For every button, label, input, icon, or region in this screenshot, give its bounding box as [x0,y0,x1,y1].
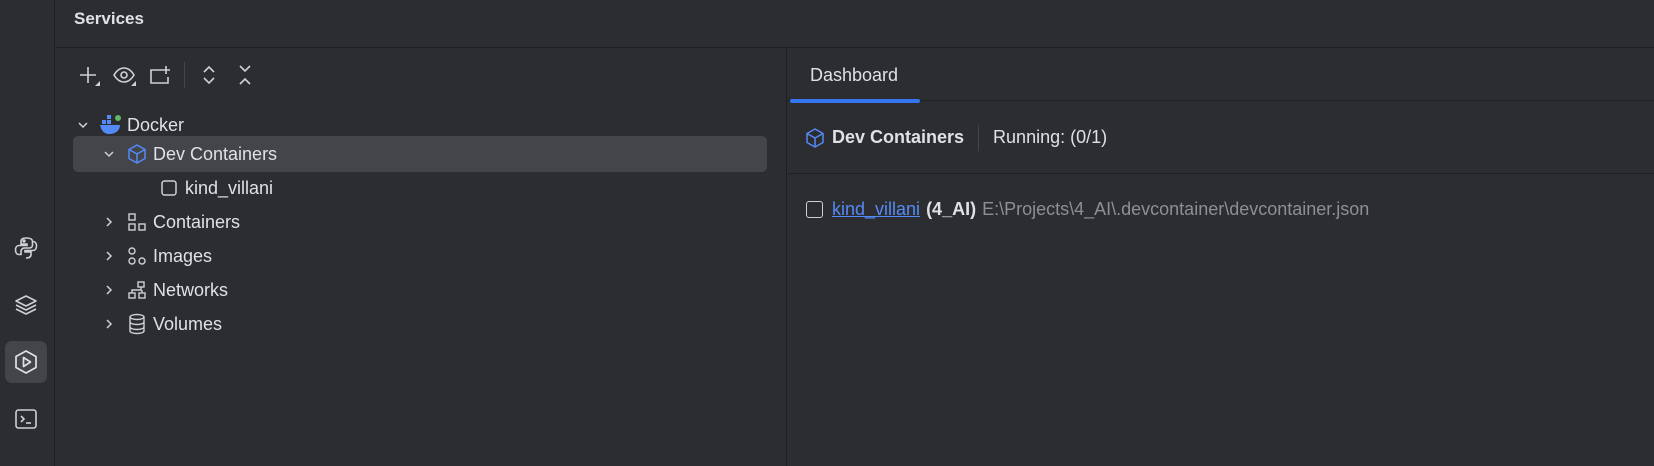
collapse-all-icon [239,65,251,85]
container-checkbox-icon [157,176,181,200]
services-header: Services [56,0,1654,48]
chevron-right-icon[interactable] [99,246,119,266]
python-console-button[interactable] [5,227,47,269]
group-name: Dev Containers [832,127,965,147]
layers-icon [15,295,37,315]
project-name: (4_AI) [926,199,977,219]
tree-item-volumes[interactable]: Volumes [73,306,767,342]
container-checkbox-icon[interactable] [806,201,823,218]
networks-icon [125,278,149,302]
services-toolbar [70,61,263,89]
chevron-right-icon[interactable] [99,212,119,232]
tab-label: Dashboard [809,64,899,85]
tree-item-networks[interactable]: Networks [73,272,767,308]
tab-bar: Dashboard [788,49,1654,103]
add-service-button[interactable] [70,61,106,89]
dropdown-corner-icon [95,81,100,86]
tree-item-label: Docker [127,114,185,135]
tree-item-label: Networks [153,279,229,300]
cube-icon [125,142,149,166]
tab-dashboard[interactable]: Dashboard [788,49,920,103]
chevron-down-icon[interactable] [99,144,119,164]
tree-item-images[interactable]: Images [73,238,767,274]
expand-all-button[interactable] [191,61,227,89]
tree-item-label: Dev Containers [153,143,278,164]
chevron-right-icon[interactable] [99,280,119,300]
layers-button[interactable] [5,284,47,326]
running-status: Running: (0/1) [993,127,1108,147]
containers-icon [125,210,149,234]
tree-item-kind-villani[interactable]: kind_villani [73,170,767,206]
services-tree-panel: Docker Dev Containers kind_villani Conta… [56,49,787,466]
dashboard-header: Dev Containers Running: (0/1) [788,102,1654,174]
dashboard-item-row: kind_villani (4_AI) E:\Projects\4_AI\.de… [806,199,1369,220]
tree-item-label: Containers [153,211,241,232]
view-options-button[interactable] [106,61,142,89]
terminal-button[interactable] [5,398,47,440]
services-icon [15,350,37,374]
chevron-down-icon[interactable] [73,115,93,135]
images-icon [125,244,149,268]
container-link[interactable]: kind_villani [832,199,920,220]
services-button[interactable] [5,341,47,383]
python-icon [14,237,38,259]
collapse-all-button[interactable] [227,61,263,89]
tree-item-label: Images [153,245,213,266]
tree-item-dev-containers[interactable]: Dev Containers [73,136,767,172]
header-separator [978,124,980,151]
cube-icon [804,127,826,149]
panel-title: Services [74,9,144,28]
tree-item-label: Volumes [153,313,223,334]
chevron-right-icon[interactable] [99,314,119,334]
docker-icon [99,113,123,137]
terminal-icon [15,409,37,429]
dashboard-panel: Dashboard Dev Containers Running: (0/1) … [788,49,1654,466]
tool-window-strip [0,0,55,466]
dropdown-corner-icon [131,81,136,86]
tree-item-containers[interactable]: Containers [73,204,767,240]
expand-all-icon [203,65,215,85]
tree-item-label: kind_villani [185,177,274,198]
volumes-icon [125,312,149,336]
config-path: E:\Projects\4_AI\.devcontainer\devcontai… [982,199,1370,219]
open-in-new-tab-button[interactable] [142,61,178,89]
toolbar-separator [184,62,185,88]
new-tab-icon [150,66,170,84]
